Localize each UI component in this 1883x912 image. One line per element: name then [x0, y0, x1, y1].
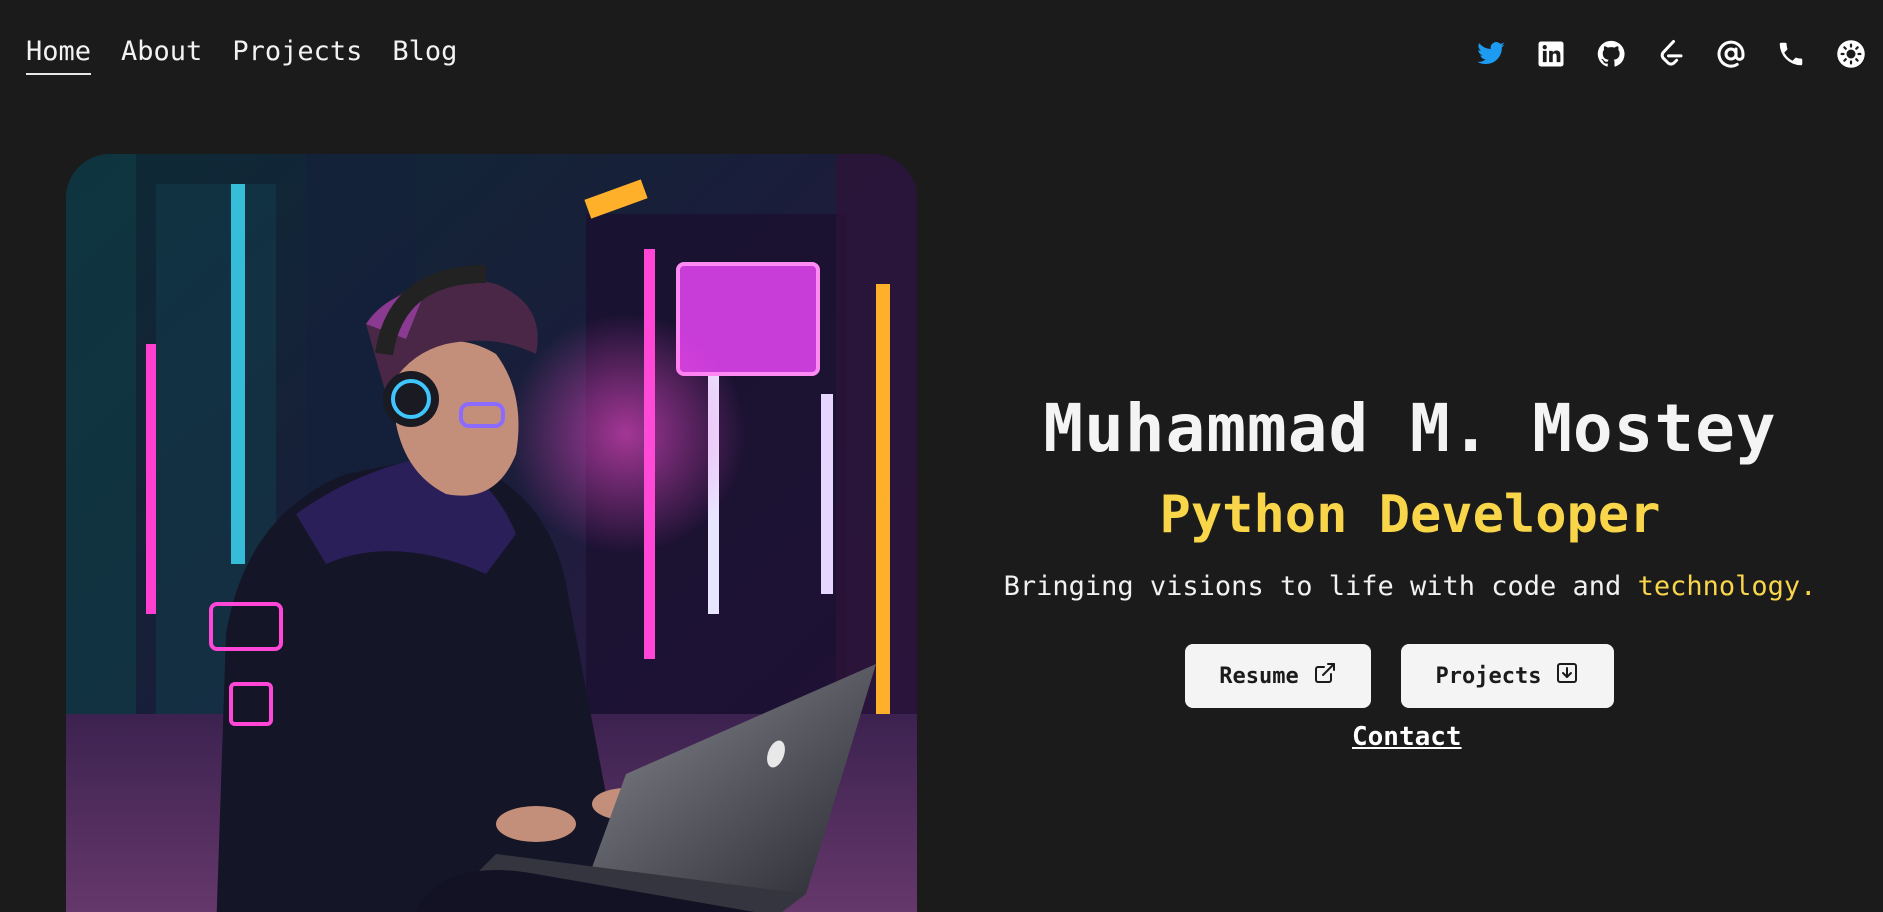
projects-button-label: Projects	[1435, 663, 1542, 689]
hero-role: Python Developer	[1159, 485, 1661, 545]
nav-blog[interactable]: Blog	[392, 36, 457, 75]
hero-name: Muhammad M. Mostey	[1043, 390, 1777, 467]
theme-toggle-sun-icon[interactable]	[1835, 38, 1867, 70]
tagline-text: Bringing visions to life with code and	[1003, 571, 1638, 602]
nav-projects[interactable]: Projects	[232, 36, 362, 75]
linkedin-icon[interactable]	[1535, 38, 1567, 70]
email-at-icon[interactable]	[1715, 38, 1747, 70]
hero-text: Muhammad M. Mostey Python Developer Brin…	[960, 385, 1860, 607]
social-links	[1475, 38, 1867, 70]
hero-image	[66, 154, 917, 912]
main-nav: Home About Projects Blog	[26, 36, 457, 75]
page: Home About Projects Blog Muhammad M. Mos…	[0, 0, 1883, 912]
resume-button-label: Resume	[1219, 663, 1299, 689]
hero-tagline: Bringing visions to life with code and t…	[960, 567, 1860, 607]
leetcode-icon[interactable]	[1655, 38, 1687, 70]
nav-about[interactable]: About	[121, 36, 202, 75]
twitter-icon[interactable]	[1475, 38, 1507, 70]
nav-home[interactable]: Home	[26, 36, 92, 75]
github-icon[interactable]	[1595, 38, 1627, 70]
tagline-highlight: technology.	[1637, 571, 1817, 602]
download-box-icon	[1555, 661, 1579, 691]
contact-link[interactable]: Contact	[1352, 722, 1462, 752]
hero-buttons: Resume Projects	[1185, 644, 1614, 708]
phone-icon[interactable]	[1775, 38, 1807, 70]
resume-button[interactable]: Resume	[1185, 644, 1371, 708]
projects-button[interactable]: Projects	[1401, 644, 1614, 708]
external-link-icon	[1313, 661, 1337, 691]
